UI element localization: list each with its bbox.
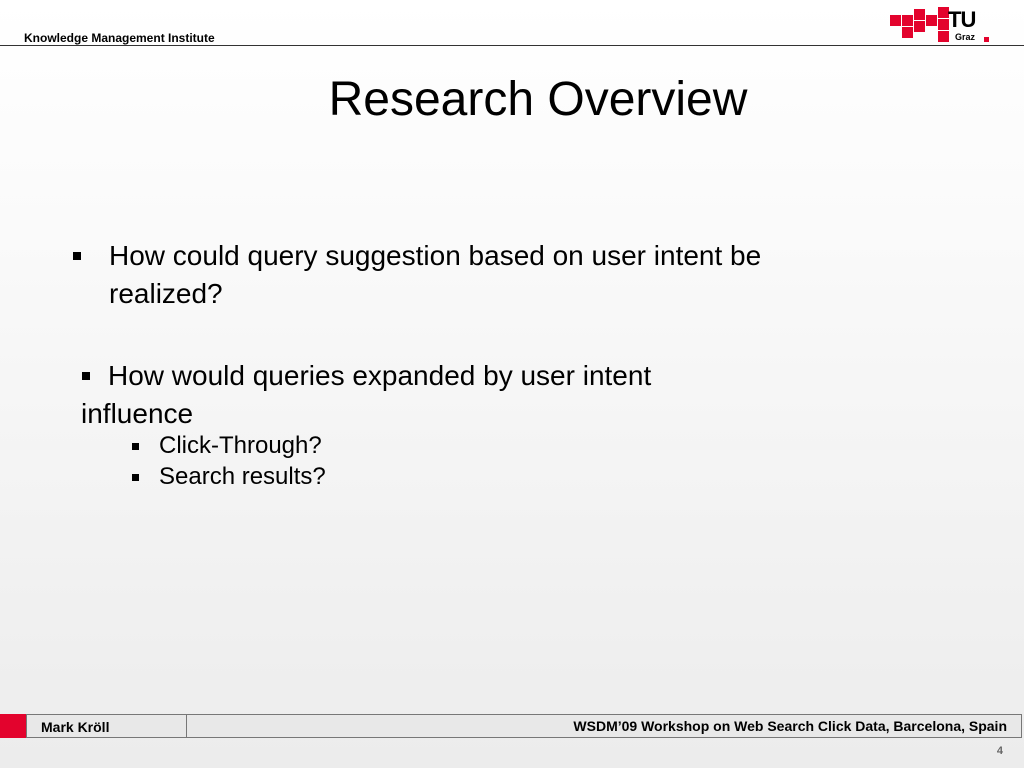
bullet-item: How would queries expanded by user inten… — [81, 357, 748, 433]
institute-name: Knowledge Management Institute — [24, 31, 215, 45]
page-number: 4 — [996, 745, 1003, 757]
footer-author: Mark Kröll — [41, 719, 110, 735]
bullet-text: How would queries expanded by user inten… — [108, 360, 652, 391]
sub-bullet-item: Click-Through? — [132, 431, 322, 461]
footer-event: WSDM’09 Workshop on Web Search Click Dat… — [573, 718, 1007, 734]
slide: Knowledge Management Institute TU Graz R… — [0, 0, 1024, 768]
sub-bullet-text: Click-Through? — [159, 432, 322, 459]
bullet-text: How could query suggestion based on user… — [109, 240, 762, 309]
logo-tu-text: TU — [948, 7, 976, 32]
bullet-square-icon — [82, 372, 90, 380]
footer-divider — [186, 714, 187, 738]
logo-graz-text: Graz — [955, 32, 976, 42]
footer-accent — [0, 714, 26, 738]
sub-bullet-text: Search results? — [159, 463, 326, 490]
tu-graz-logo-icon — [890, 7, 989, 42]
bullet-square-icon — [132, 443, 139, 450]
bullet-square-icon — [132, 474, 139, 481]
bullet-square-icon — [73, 252, 81, 260]
bullet-item: How could query suggestion based on user… — [73, 237, 869, 313]
sub-bullet-item: Search results? — [132, 462, 326, 492]
header-divider — [0, 45, 1024, 46]
slide-title: Research Overview — [328, 73, 748, 126]
bullet-text-continuation: influence — [81, 398, 194, 429]
